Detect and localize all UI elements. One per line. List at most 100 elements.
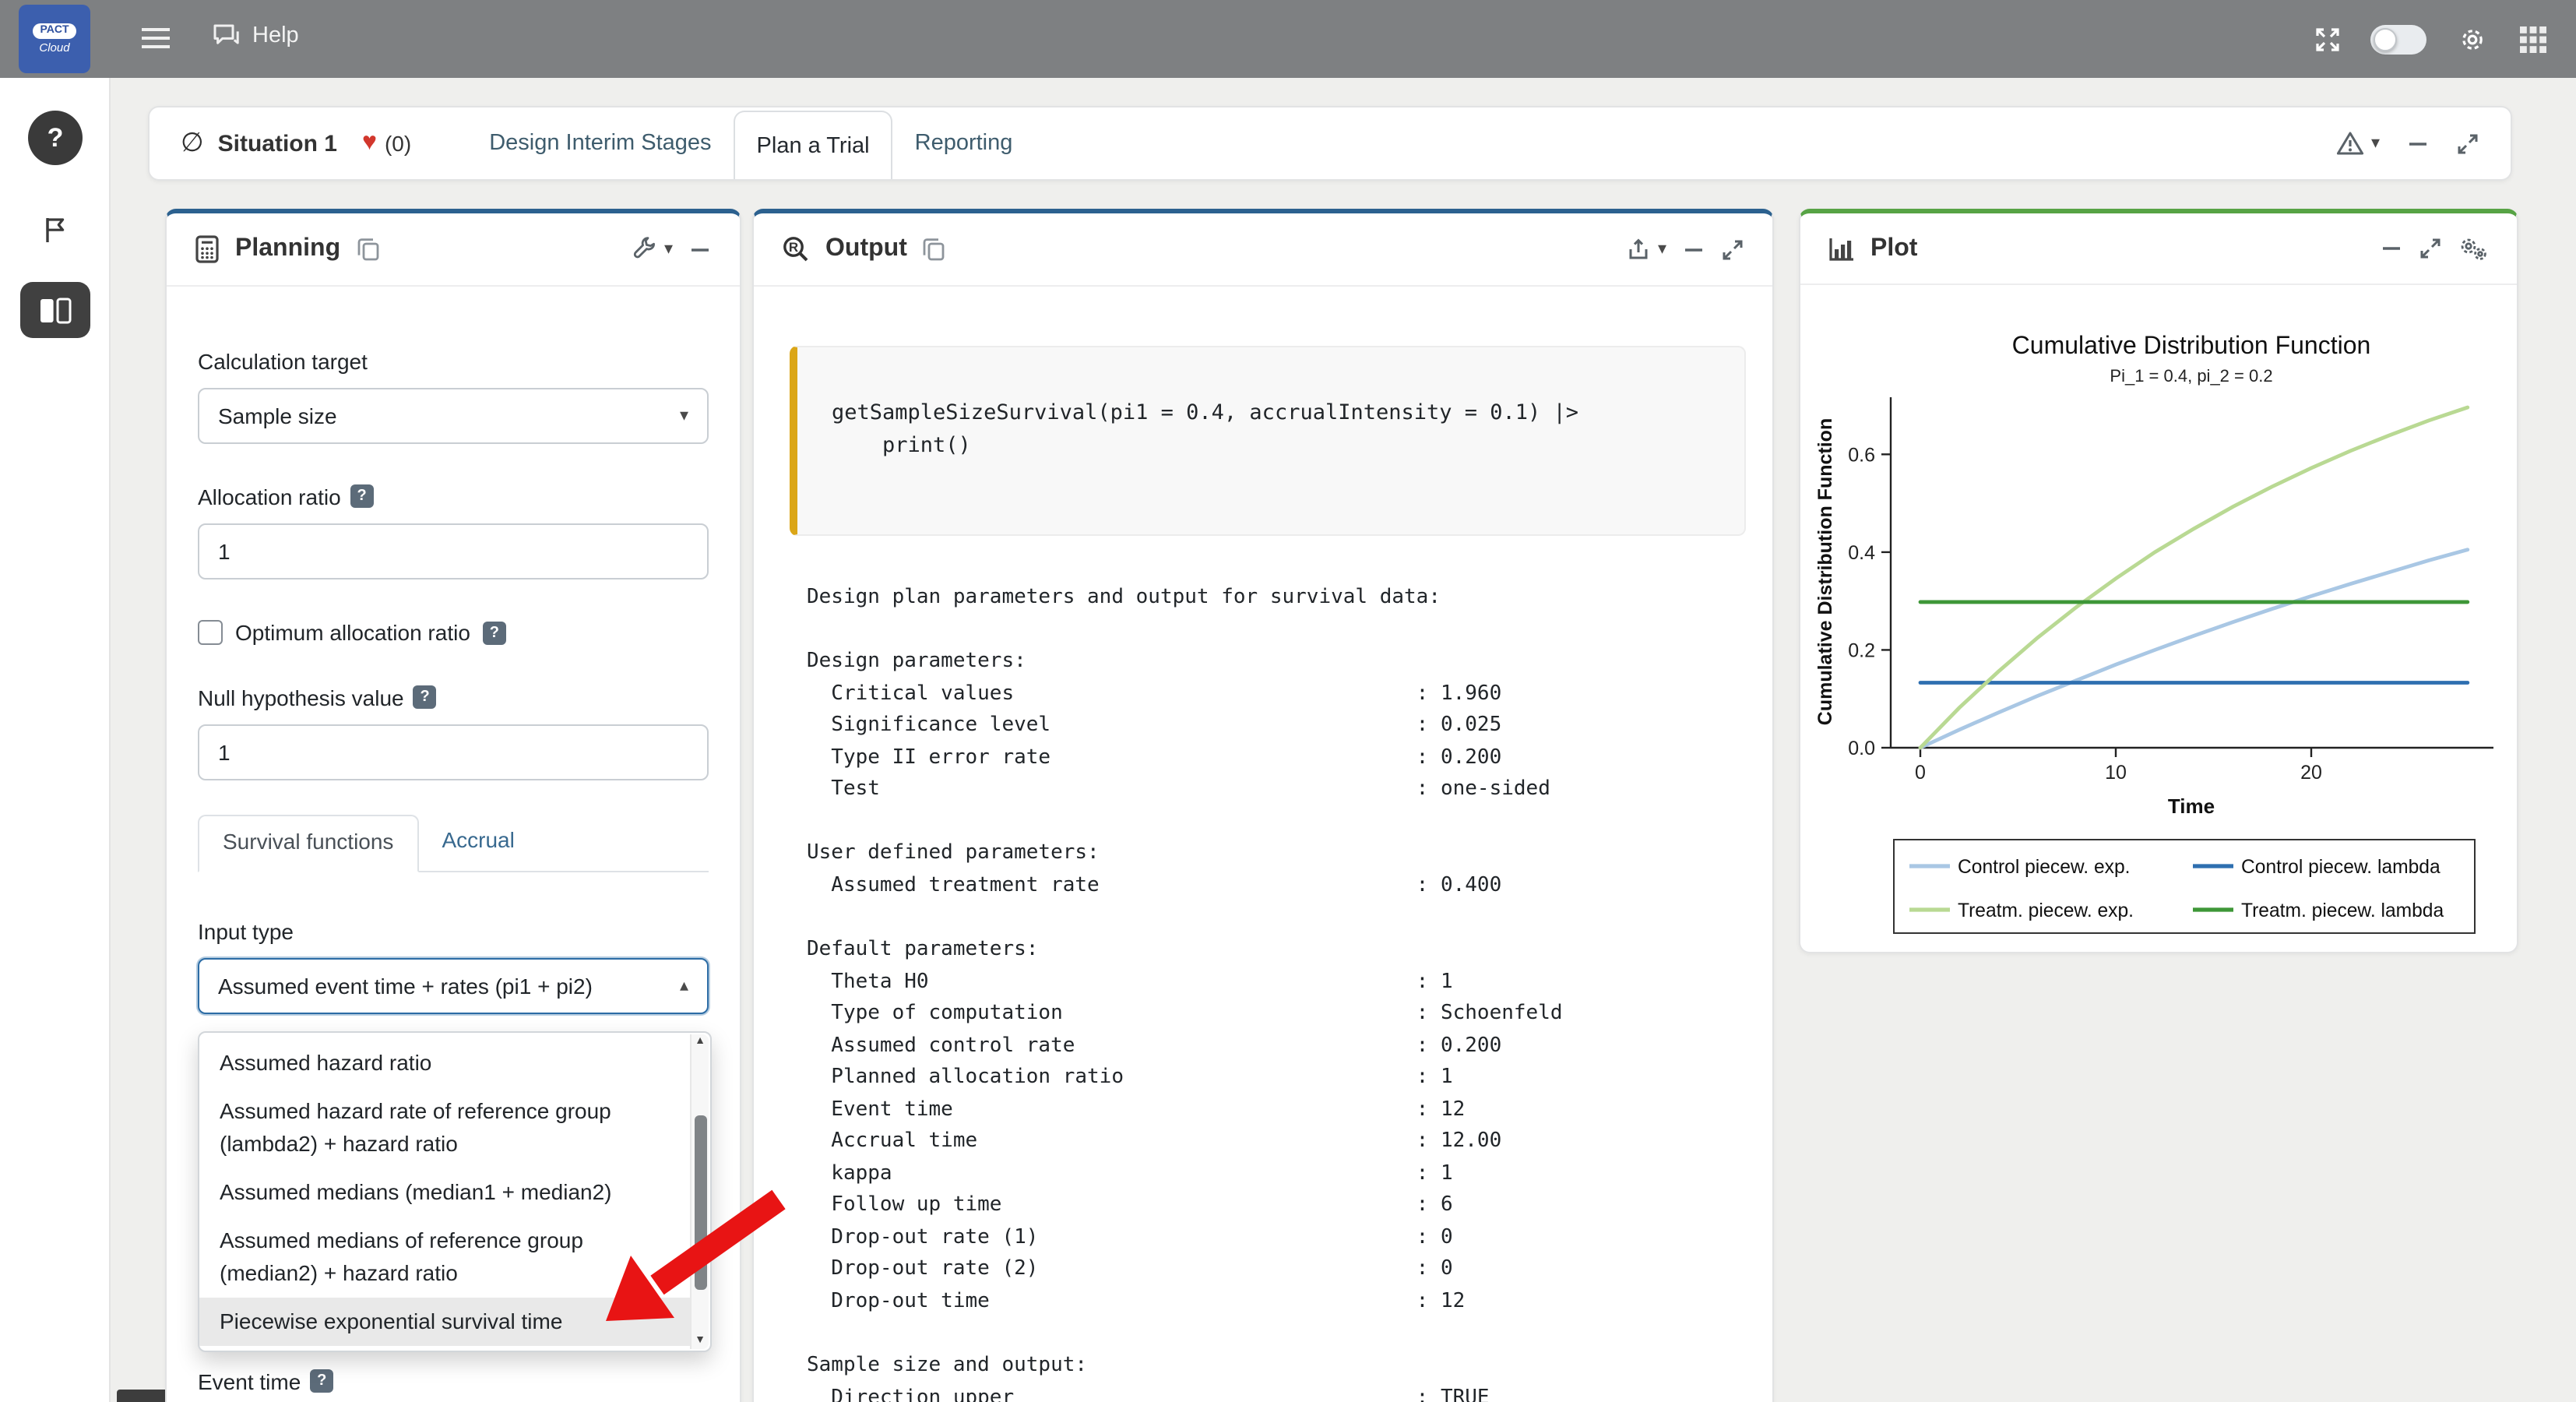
tab-plan-a-trial[interactable]: Plan a Trial <box>734 111 893 179</box>
planning-title: Planning <box>235 235 340 263</box>
warnings-dropdown-button[interactable]: ▾ <box>2337 131 2380 156</box>
help-badge-icon[interactable]: ? <box>310 1369 333 1393</box>
planning-settings-wrench-dropdown[interactable]: ▾ <box>633 237 673 262</box>
subtab-survival-functions[interactable]: Survival functions <box>198 815 418 872</box>
expand-icon[interactable] <box>2456 132 2479 155</box>
heart-icon[interactable]: ♥ <box>362 129 377 157</box>
svg-text:0: 0 <box>1915 762 1926 784</box>
tab-reporting[interactable]: Reporting <box>893 107 1035 179</box>
help-question-button[interactable]: ? <box>28 111 83 165</box>
plot-title: Plot <box>1870 234 1917 262</box>
plot-options-gears-icon[interactable] <box>2458 235 2489 262</box>
optimum-allocation-row: Optimum allocation ratio ? <box>198 620 709 645</box>
svg-text:0.4: 0.4 <box>1848 542 1875 564</box>
expand-icon[interactable] <box>2419 237 2442 260</box>
fullscreen-icon[interactable] <box>2314 26 2341 52</box>
subtab-accrual[interactable]: Accrual <box>418 815 537 871</box>
svg-text:Cumulative Distribution Functi: Cumulative Distribution Function <box>1814 418 1836 725</box>
svg-text:Control piecew. lambda: Control piecew. lambda <box>2241 857 2441 878</box>
output-title: Output <box>825 235 907 263</box>
tab-design-interim-stages[interactable]: Design Interim Stages <box>467 107 733 179</box>
r-console-magnifier-icon: R <box>782 235 810 263</box>
input-type-dropdown: Assumed hazard ratioAssumed hazard rate … <box>198 1031 712 1352</box>
collapse-minus-icon[interactable] <box>1682 238 1705 261</box>
favorites-count: (0) <box>385 131 411 156</box>
expand-icon[interactable] <box>1721 238 1744 261</box>
chevron-up-icon: ▴ <box>680 978 688 995</box>
null-hypothesis-label: Null hypothesis value ? <box>198 682 709 712</box>
cdf-chart: 0.0 0.2 0.4 0.6 0 10 20 Cumulative Distribution… <box>1800 291 2518 953</box>
input-type-label: Input type <box>198 916 709 946</box>
collapse-minus-icon[interactable] <box>2380 237 2403 260</box>
chat-bubble-icon <box>212 22 241 48</box>
input-type-option[interactable]: Piecewise exponential survival time <box>199 1298 690 1346</box>
collapse-minus-icon[interactable] <box>688 238 712 261</box>
svg-text:Treatm. piecew. lambda: Treatm. piecew. lambda <box>2241 900 2444 921</box>
svg-text:20: 20 <box>2300 762 2322 784</box>
planning-subtabs: Survival functions Accrual <box>198 815 709 872</box>
null-hypothesis-input[interactable] <box>198 724 709 780</box>
panels-layout-button[interactable] <box>20 282 90 338</box>
warning-triangle-icon <box>2337 131 2365 156</box>
export-dropdown-button[interactable]: ▾ <box>1627 237 1666 262</box>
svg-text:R: R <box>789 240 798 255</box>
plot-panel: Plot 0.0 0.2 0.4 0.6 0 10 20 Cumulative Distrib… <box>1799 209 2518 953</box>
flag-icon <box>40 215 70 245</box>
copy-icon[interactable] <box>356 237 379 262</box>
topbar: PACT Cloud Help <box>0 0 2576 78</box>
svg-text:Time: Time <box>2168 794 2215 818</box>
flag-bookmark-button[interactable] <box>40 215 70 252</box>
allocation-ratio-input[interactable] <box>198 523 709 579</box>
hamburger-icon <box>140 26 171 50</box>
situation-title[interactable]: Situation 1 <box>218 130 337 157</box>
help-badge-icon[interactable]: ? <box>413 685 437 709</box>
scroll-up-icon[interactable]: ▲ <box>695 1034 706 1050</box>
optimum-allocation-checkbox[interactable] <box>198 620 223 645</box>
main-tabs: Design Interim Stages Plan a Trial Repor… <box>467 107 1034 179</box>
calculation-target-select[interactable]: Sample size ▾ <box>198 388 709 444</box>
chart-icon <box>1828 236 1855 261</box>
scroll-down-icon[interactable]: ▼ <box>695 1333 706 1349</box>
allocation-ratio-label: Allocation ratio ? <box>198 481 709 511</box>
svg-text:10: 10 <box>2105 762 2127 784</box>
svg-text:Pi_1 = 0.4, pi_2 = 0.2: Pi_1 = 0.4, pi_2 = 0.2 <box>2110 366 2272 386</box>
theme-toggle[interactable] <box>2370 24 2426 54</box>
svg-text:Cumulative Distribution Functi: Cumulative Distribution Function <box>2012 331 2371 359</box>
empty-set-icon: ∅ <box>181 128 204 159</box>
input-type-option[interactable]: Assumed medians of reference group (medi… <box>199 1217 690 1298</box>
dropdown-scrollbar[interactable]: ▲ ▼ <box>690 1034 709 1349</box>
export-icon <box>1627 237 1652 262</box>
svg-text:0.6: 0.6 <box>1848 444 1875 466</box>
r-code-block: getSampleSizeSurvival(pi1 = 0.4, accrual… <box>790 346 1746 536</box>
input-type-select[interactable]: Assumed event time + rates (pi1 + pi2) ▴ <box>198 958 709 1014</box>
copy-icon[interactable] <box>923 237 946 262</box>
logo-cloud-shape: PACT <box>32 23 76 40</box>
svg-text:Control piecew. exp.: Control piecew. exp. <box>1958 857 2130 878</box>
svg-text:Treatm. piecew. exp.: Treatm. piecew. exp. <box>1958 900 2134 921</box>
input-type-option[interactable]: Assumed hazard rate of reference group (… <box>199 1087 690 1168</box>
calculation-target-label: Calculation target <box>198 346 709 375</box>
help-badge-icon[interactable]: ? <box>350 484 374 508</box>
panels-icon <box>39 297 72 323</box>
wrench-icon <box>633 237 658 262</box>
input-type-option[interactable]: Assumed medians (median1 + median2) <box>199 1168 690 1217</box>
svg-text:0.0: 0.0 <box>1848 738 1875 759</box>
collapse-minus-icon[interactable] <box>2406 132 2430 155</box>
scrollbar-thumb[interactable] <box>694 1115 706 1290</box>
settings-gear-icon[interactable] <box>2456 23 2489 55</box>
pact-cloud-logo[interactable]: PACT Cloud <box>19 5 90 73</box>
svg-text:0.2: 0.2 <box>1848 639 1875 661</box>
input-type-option[interactable]: Assumed hazard ratio <box>199 1039 690 1087</box>
help-button[interactable]: Help <box>212 22 299 48</box>
chevron-down-icon: ▾ <box>680 407 688 424</box>
left-sidebar: ? <box>0 78 111 1402</box>
app-window: PACT Cloud Help <box>0 0 2576 1402</box>
apps-grid-icon[interactable] <box>2518 24 2548 54</box>
planning-panel: Planning ▾ Calculation target Sample siz… <box>165 209 741 1402</box>
r-code-text: getSampleSizeSurvival(pi1 = 0.4, accrual… <box>832 397 1710 463</box>
toggle-knob <box>2374 27 2397 51</box>
help-badge-icon[interactable]: ? <box>483 621 506 644</box>
menu-toggle-button[interactable] <box>140 26 171 58</box>
event-time-label: Event time ? <box>198 1366 709 1396</box>
output-report-text: Design plan parameters and output for su… <box>807 583 1563 1402</box>
